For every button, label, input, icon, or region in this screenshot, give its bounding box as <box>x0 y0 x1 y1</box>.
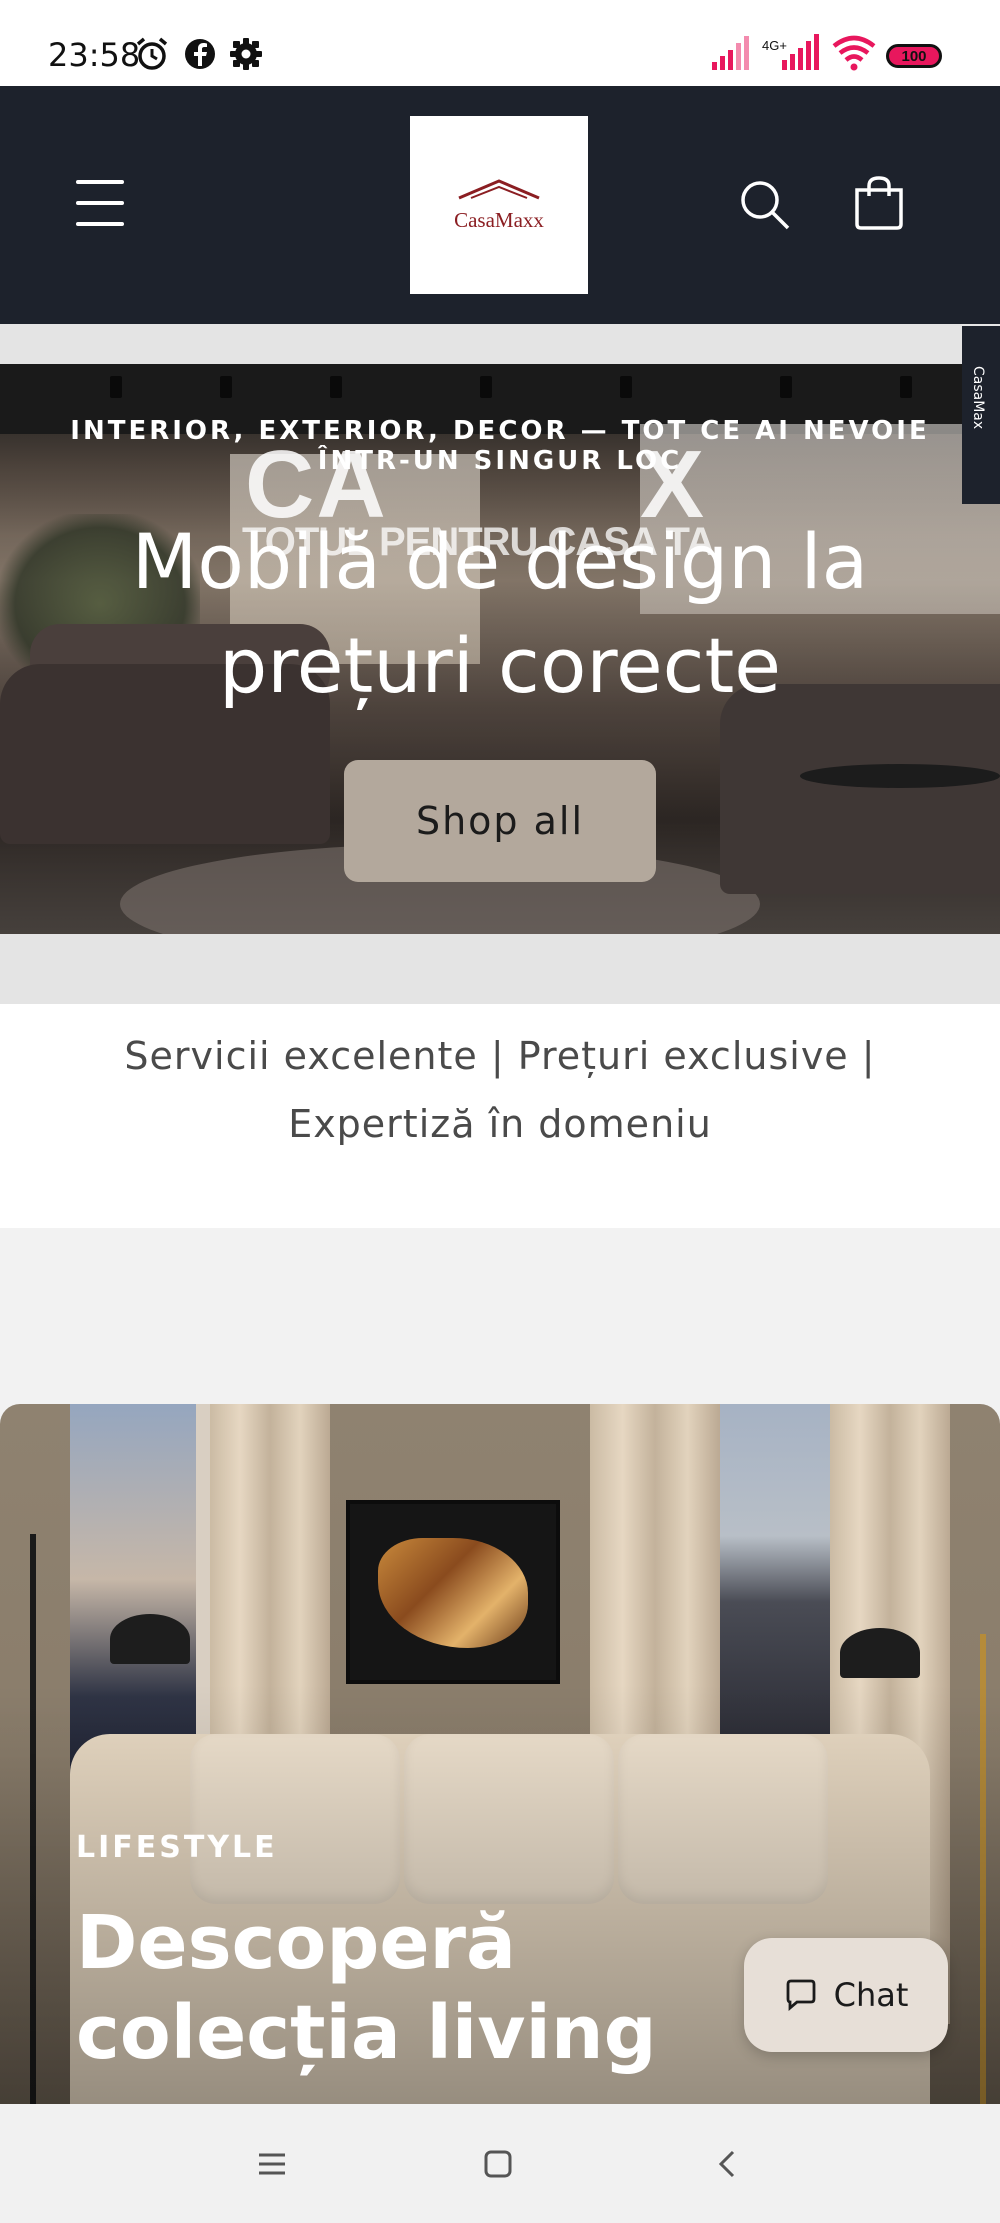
battery-level: 100 <box>901 47 927 65</box>
hero-title: Mobilă de design la prețuri corecte <box>131 517 869 710</box>
gear-icon <box>230 38 262 70</box>
chat-bubble-icon <box>786 1979 816 2012</box>
section-spacer <box>0 1228 1000 1404</box>
recent-apps-icon[interactable] <box>256 2148 288 2180</box>
side-tab[interactable]: CasaMax <box>962 324 1000 504</box>
cart-icon[interactable] <box>852 176 906 230</box>
alarm-icon <box>136 37 168 70</box>
hamburger-icon[interactable] <box>76 180 128 226</box>
chat-button[interactable]: Chat <box>744 1938 948 2052</box>
side-tab-label: CasaMax <box>970 366 986 430</box>
back-icon[interactable] <box>712 2148 744 2180</box>
battery-icon: 100 <box>886 44 942 68</box>
home-icon[interactable] <box>482 2148 514 2180</box>
roof-icon <box>458 179 540 200</box>
status-time: 23:58 <box>48 36 141 74</box>
value-line-2: Expertiză în domeniu <box>288 1102 712 1146</box>
signal-icon-1 <box>712 36 749 70</box>
hero-eyebrow: INTERIOR, EXTERIOR, DECOR — TOT CE AI NE… <box>70 416 930 476</box>
logo-text: CasaMaxx <box>454 208 544 232</box>
site-header: CasaMaxx <box>0 86 1000 324</box>
logo[interactable]: CasaMaxx <box>410 116 588 294</box>
value-line-1: Servicii excelente | Prețuri exclusive | <box>124 1034 876 1078</box>
value-proposition-text: Servicii excelente | Prețuri exclusive |… <box>100 1022 900 1158</box>
wifi-icon <box>832 35 876 71</box>
system-nav-bar <box>0 2104 1000 2223</box>
shop-all-button[interactable]: Shop all <box>344 760 656 882</box>
status-bar: 23:58 4G+ 100 <box>0 0 1000 86</box>
signal-icon-2 <box>782 34 819 70</box>
chat-label: Chat <box>833 1976 909 2014</box>
facebook-icon <box>185 39 215 69</box>
lifestyle-title[interactable]: Descoperă colecția living <box>76 1898 796 2078</box>
search-icon[interactable] <box>738 178 792 232</box>
value-proposition: Servicii excelente | Prețuri exclusive |… <box>0 1004 1000 1228</box>
lifestyle-eyebrow: LIFESTYLE <box>76 1830 278 1865</box>
